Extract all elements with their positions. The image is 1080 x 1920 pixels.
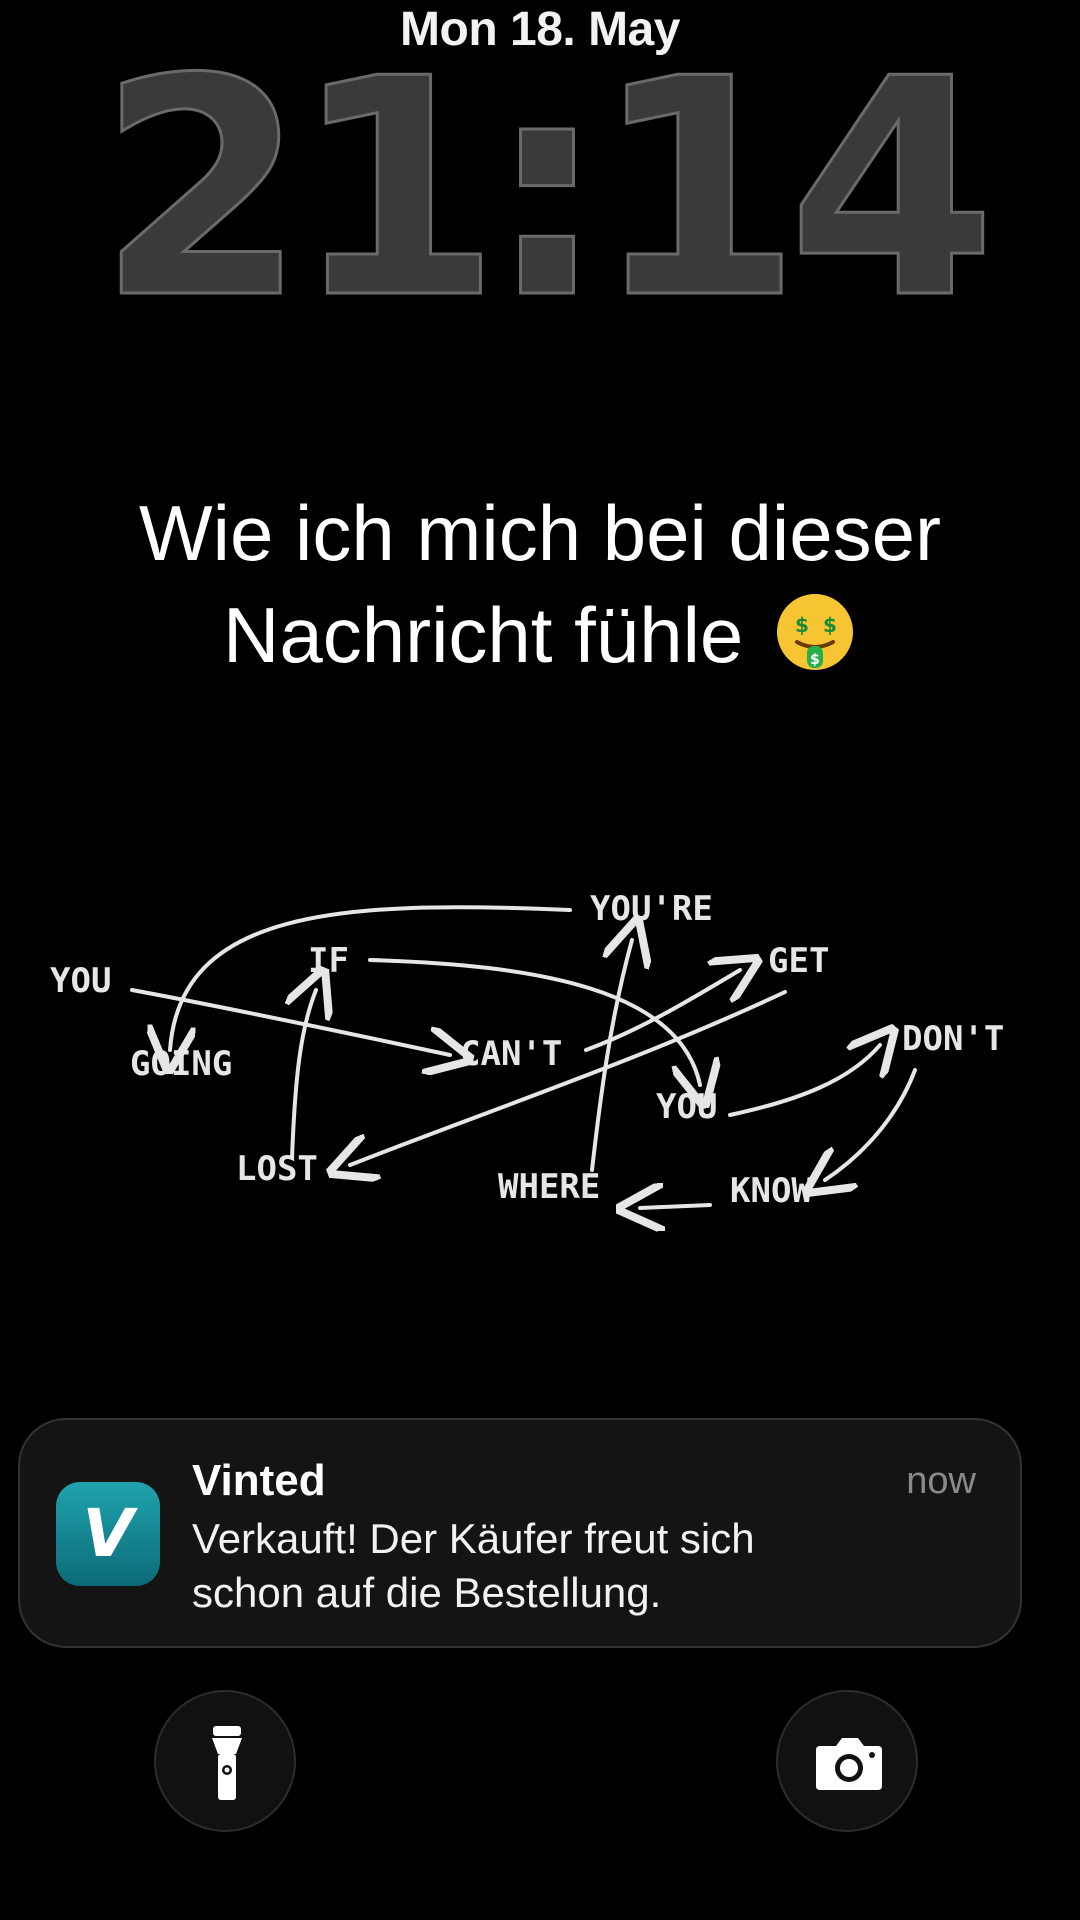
- doodle-arrow: [640, 1205, 712, 1208]
- app-icon-letter: V: [82, 1495, 134, 1572]
- doodle-word-dont: DON'T: [902, 1019, 1004, 1059]
- doodle-arrow: [350, 990, 787, 1165]
- doodle-word-cant: CAN'T: [460, 1034, 562, 1074]
- doodle-word-if: IF: [308, 941, 349, 981]
- svg-text:$: $: [795, 613, 809, 637]
- doodle-word-lost: LOST: [236, 1149, 318, 1189]
- doodle-arrow: [292, 990, 316, 1160]
- vinted-app-icon: V: [56, 1482, 160, 1586]
- caption-line-1: Wie ich mich bei dieser: [139, 489, 941, 577]
- flashlight-button[interactable]: [154, 1690, 296, 1832]
- notification-body: Verkauft! Der Käufer freut sich schon au…: [192, 1512, 972, 1620]
- doodle-word-get: GET: [768, 941, 829, 981]
- caption-line-2: Nachricht fühle $ $ $: [0, 584, 1080, 686]
- camera-icon: [816, 1738, 882, 1790]
- notification-card[interactable]: V Vinted now Verkauft! Der Käufer freut …: [18, 1418, 1022, 1648]
- money-mouth-face-icon: $ $ $: [776, 594, 853, 670]
- doodle-arrow: [825, 1068, 917, 1180]
- svg-text:$: $: [823, 613, 837, 637]
- doodle-word-you-2: YOU: [656, 1087, 717, 1127]
- doodle-word-know: KNOW: [730, 1171, 812, 1211]
- doodle-word-going: GOING: [130, 1044, 232, 1084]
- camera-button[interactable]: [776, 1690, 918, 1832]
- flashlight-icon: [212, 1726, 242, 1800]
- doodle-arrow: [728, 1045, 880, 1117]
- doodle-graphic: YOU IF YOU'RE GET DON'T GOING CAN'T YOU …: [50, 889, 1004, 1240]
- notification-line-1: Verkauft! Der Käufer freut sich: [192, 1515, 755, 1562]
- doodle-word-you: YOU: [50, 961, 111, 1001]
- notification-app-name: Vinted: [192, 1456, 326, 1505]
- caption-text: Wie ich mich bei dieser Nachricht fühle …: [0, 482, 1080, 686]
- lockscreen-clock: 21:14: [96, 15, 998, 364]
- caption-line-2-text: Nachricht fühle: [223, 591, 744, 679]
- doodle-word-youre: YOU'RE: [590, 889, 713, 929]
- notification-time: now: [906, 1460, 976, 1502]
- svg-text:$: $: [810, 652, 820, 668]
- doodle-arrow: [590, 940, 632, 1172]
- doodle-word-where: WHERE: [498, 1167, 600, 1207]
- doodle-arrow: [170, 905, 572, 1050]
- notification-line-2: schon auf die Bestellung.: [192, 1569, 662, 1616]
